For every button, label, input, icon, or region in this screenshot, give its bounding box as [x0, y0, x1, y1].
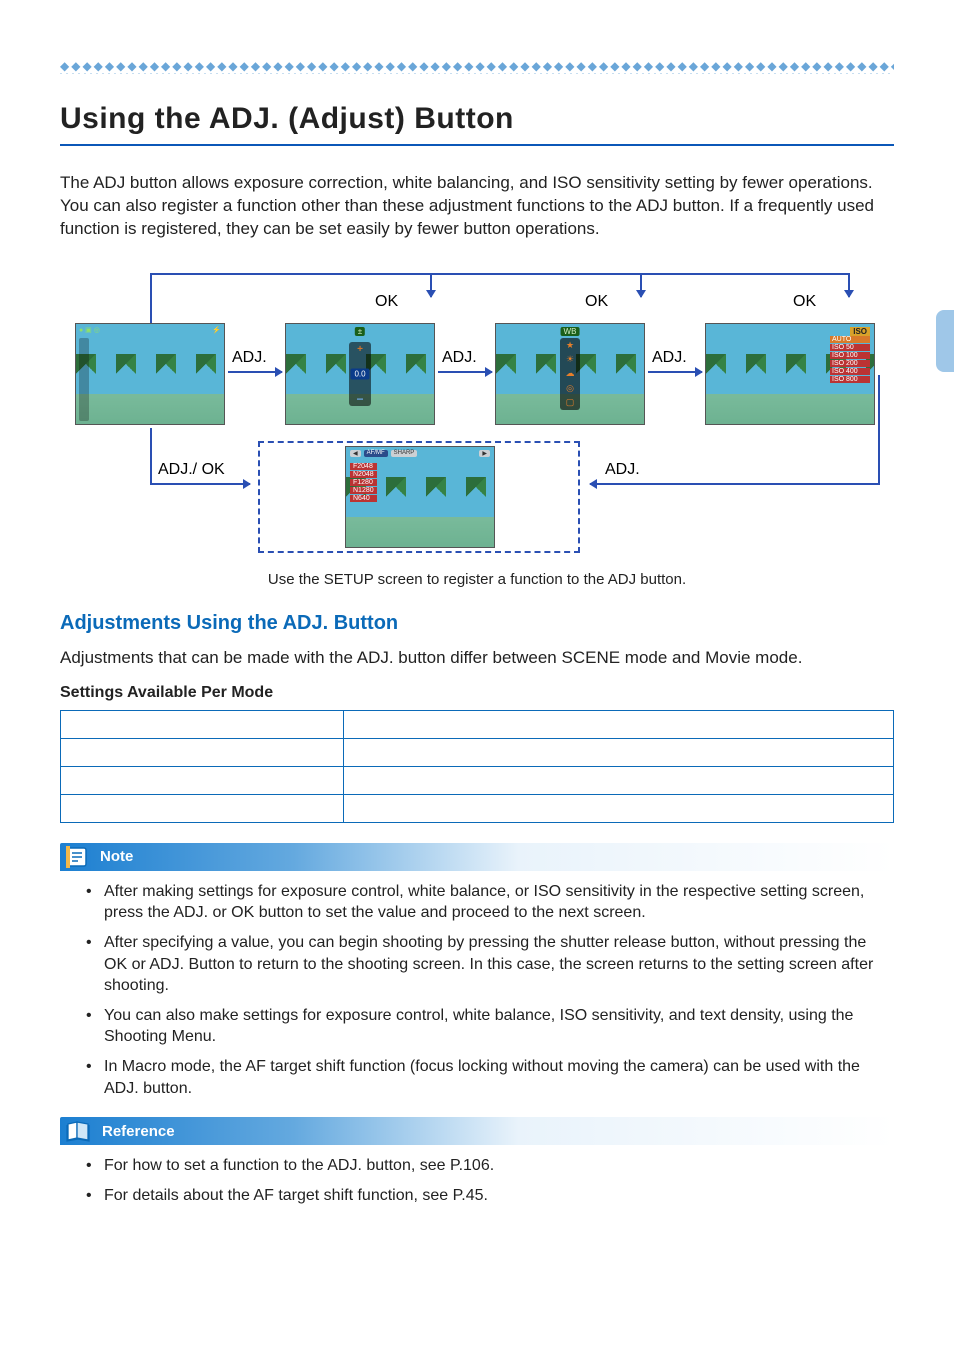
size-option: N1280: [350, 487, 377, 494]
subsection-heading: Adjustments Using the ADJ. Button: [60, 612, 894, 635]
page-section-tab: [936, 310, 954, 372]
list-item: For details about the AF target shift fu…: [100, 1185, 884, 1207]
reference-header: Reference: [60, 1117, 894, 1145]
diagram-caption: Use the SETUP screen to register a funct…: [60, 571, 894, 588]
mode-pill: SHARP: [391, 450, 418, 457]
nav-right-icon: ▶: [479, 450, 490, 457]
note-icon: [66, 846, 90, 868]
note-title: Note: [100, 848, 133, 865]
wb-tag: WB: [561, 327, 580, 336]
size-option: N2048: [350, 471, 377, 478]
adj-label: ADJ.: [652, 349, 687, 367]
intro-paragraph: The ADJ button allows exposure correctio…: [60, 172, 894, 241]
adj-label: ADJ.: [442, 349, 477, 367]
flow-arrow: [640, 273, 642, 297]
screen-registered-function: ◀ AF/MF SHARP ▶ F2048 N2048 F1280 N1280 …: [345, 446, 495, 548]
screen-white-balance: WB ★☀☁◎▢: [495, 323, 645, 425]
reference-list: For how to set a function to the ADJ. bu…: [60, 1145, 894, 1206]
exposure-tag-icon: ±: [355, 327, 365, 336]
iso-option: ISO 400: [830, 368, 870, 375]
iso-option: AUTO: [830, 336, 870, 343]
flow-line: [150, 273, 850, 275]
adj-label: ADJ.: [605, 461, 640, 479]
table-row: [61, 766, 894, 794]
table-heading: Settings Available Per Mode: [60, 684, 894, 702]
nav-left-icon: ◀: [350, 450, 361, 457]
size-option: N640: [350, 495, 377, 502]
flow-arrow: [150, 483, 250, 485]
list-item: You can also make settings for exposure …: [100, 1005, 884, 1048]
iso-option: ISO 200: [830, 360, 870, 367]
list-item: In Macro mode, the AF target shift funct…: [100, 1056, 884, 1099]
book-icon: [66, 1120, 92, 1142]
note-callout: Note After making settings for exposure …: [60, 843, 894, 1099]
list-item: After specifying a value, you can begin …: [100, 932, 884, 997]
iso-option: ISO 100: [830, 352, 870, 359]
flow-arrow: [228, 371, 282, 373]
flow-arrow: [590, 483, 880, 485]
note-list: After making settings for exposure contr…: [60, 871, 894, 1099]
table-row: [61, 738, 894, 766]
adj-label: ADJ.: [232, 349, 267, 367]
screen-iso: ISO AUTO ISO 50 ISO 100 ISO 200 ISO 400 …: [705, 323, 875, 425]
table-row: [61, 794, 894, 822]
flow-arrow: [438, 371, 492, 373]
size-option: F2048: [350, 463, 377, 470]
list-item: For how to set a function to the ADJ. bu…: [100, 1155, 884, 1177]
ok-label-3: OK: [793, 293, 816, 311]
flow-arrow: [648, 371, 702, 373]
subsection-body: Adjustments that can be made with the AD…: [60, 647, 894, 670]
flow-arrow: [430, 273, 432, 297]
ok-label-1: OK: [375, 293, 398, 311]
flow-arrow: [848, 273, 850, 297]
adj-flow-diagram: OK OK OK ● ▣ ◎⚡ ± 0.0 WB ★☀☁◎▢ ISO AUTO: [60, 263, 894, 563]
flow-line: [150, 428, 152, 483]
adj-ok-label: ADJ./ OK: [158, 461, 225, 479]
ok-label-2: OK: [585, 293, 608, 311]
settings-per-mode-table: [60, 710, 894, 823]
screen-exposure: ± 0.0: [285, 323, 435, 425]
iso-tag: ISO: [850, 327, 870, 336]
page-content: Using the ADJ. (Adjust) Button The ADJ b…: [0, 0, 954, 1284]
list-item: After making settings for exposure contr…: [100, 881, 884, 924]
table-row: [61, 710, 894, 738]
iso-option: ISO 800: [830, 376, 870, 383]
note-header: Note: [60, 843, 894, 871]
size-option: F1280: [350, 479, 377, 486]
mode-pill: AF/MF: [364, 450, 388, 457]
decorative-divider: [60, 60, 894, 74]
screen-initial: ● ▣ ◎⚡: [75, 323, 225, 425]
iso-option: ISO 50: [830, 344, 870, 351]
page-title: Using the ADJ. (Adjust) Button: [60, 102, 894, 146]
flow-line: [878, 375, 880, 485]
reference-callout: Reference For how to set a function to t…: [60, 1117, 894, 1206]
exposure-value: 0.0: [350, 368, 369, 379]
reference-title: Reference: [102, 1123, 175, 1140]
